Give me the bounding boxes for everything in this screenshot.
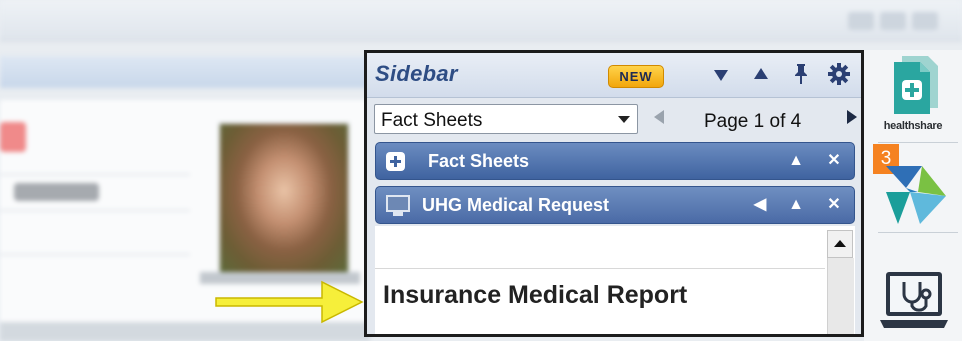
expand-up-icon[interactable]: ▲: [786, 150, 806, 172]
scrollbar-track[interactable]: [827, 258, 854, 334]
gear-icon[interactable]: [827, 61, 851, 87]
section-label: Fact Sheets: [428, 151, 530, 171]
sidebar-header: Sidebar NEW: [367, 53, 861, 98]
close-icon[interactable]: ✕: [824, 194, 844, 216]
scroll-up-button[interactable]: [827, 230, 853, 258]
section-header-uhg-medical-request[interactable]: UHG Medical Request ◀ ▲ ✕: [375, 186, 855, 224]
strip-divider: [878, 232, 958, 233]
document-viewer: Insurance Medical Report: [375, 226, 855, 334]
star-app-icon[interactable]: [876, 162, 952, 228]
pin-icon[interactable]: [789, 61, 813, 87]
category-select-value: Fact Sheets: [381, 110, 483, 131]
document-header: Insurance Medical Report: [375, 268, 825, 334]
background-minimize-button: [848, 12, 874, 30]
healthshare-document-icon: [894, 56, 938, 114]
chevron-down-icon: [618, 116, 630, 123]
background-titlebar: [0, 0, 962, 41]
expand-up-icon[interactable]: [749, 61, 773, 87]
document-title: Insurance Medical Report: [383, 281, 688, 309]
callout-arrow-icon: [215, 280, 364, 324]
monitor-icon: [386, 195, 410, 216]
section-label: UHG Medical Request: [422, 195, 610, 215]
section-header-fact-sheets[interactable]: Fact Sheets ▲ ✕: [375, 142, 855, 180]
patient-photo: [218, 122, 350, 274]
sidebar-panel: Sidebar NEW Fact Sheets Page 1 of 4 Fact…: [364, 50, 864, 337]
background-divider: [0, 174, 190, 175]
background-divider: [0, 210, 190, 211]
page-indicator: Page 1 of 4: [704, 111, 802, 132]
app-launcher-strip: healthshare 3: [864, 50, 962, 341]
category-select[interactable]: Fact Sheets: [374, 104, 638, 134]
plus-icon: [386, 152, 405, 171]
background-maximize-button: [880, 12, 906, 30]
expand-up-icon[interactable]: ▲: [786, 194, 806, 216]
background-divider: [0, 254, 190, 255]
background-alert-marker: [0, 122, 26, 152]
collapse-left-icon[interactable]: ◀: [750, 194, 770, 216]
background-close-button: [912, 12, 938, 30]
background-name-text: [14, 183, 99, 201]
close-icon[interactable]: ✕: [824, 150, 844, 172]
previous-page-icon[interactable]: [654, 110, 664, 124]
new-badge[interactable]: NEW: [608, 65, 664, 88]
next-page-icon[interactable]: [847, 110, 857, 124]
healthshare-label: healthshare: [883, 120, 943, 132]
healthshare-app-button[interactable]: healthshare: [878, 50, 948, 134]
telehealth-laptop-icon[interactable]: [878, 268, 950, 334]
collapse-down-icon[interactable]: [709, 61, 733, 87]
sidebar-title: Sidebar: [375, 61, 458, 86]
strip-divider: [878, 142, 958, 143]
